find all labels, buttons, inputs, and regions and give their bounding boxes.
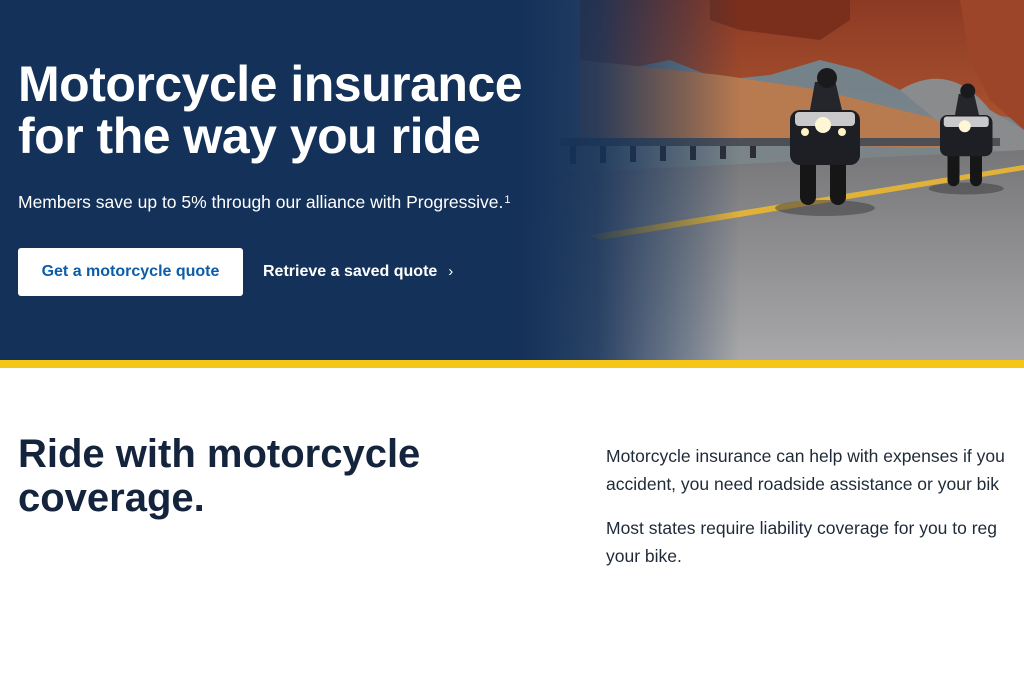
retrieve-saved-quote-link[interactable]: Retrieve a saved quote › [263,262,453,282]
get-motorcycle-quote-button[interactable]: Get a motorcycle quote [18,248,243,296]
coverage-paragraph-1-line1: Motorcycle insurance can help with expen… [606,446,1005,466]
coverage-title-line2: coverage. [18,476,205,520]
hero-title: Motorcycle insurance for the way you rid… [18,58,578,162]
hero-subtitle-text: Members save up to 5% through our allian… [18,192,504,212]
coverage-paragraph-2: Most states require liability coverage f… [606,514,1024,570]
hero-title-line1: Motorcycle insurance [18,56,523,112]
hero-title-line2: for the way you ride [18,108,481,164]
coverage-description: Motorcycle insurance can help with expen… [606,442,1024,586]
hero-photo-fade [520,0,740,360]
coverage-title-line1: Ride with motorcycle [18,432,421,476]
footnote-marker[interactable]: 1 [504,194,510,206]
hero-subtitle: Members save up to 5% through our allian… [18,190,511,214]
coverage-paragraph-2-line1: Most states require liability coverage f… [606,518,998,538]
coverage-paragraph-1: Motorcycle insurance can help with expen… [606,442,1024,498]
chevron-right-icon: › [448,263,454,280]
hero-banner: Motorcycle insurance for the way you rid… [0,0,1024,360]
retrieve-saved-quote-label: Retrieve a saved quote [263,263,438,280]
coverage-paragraph-2-line2: your bike. [606,546,682,566]
accent-stripe [0,360,1024,368]
coverage-paragraph-1-line2: accident, you need roadside assistance o… [606,474,1000,494]
coverage-section-title: Ride with motorcycle coverage. [18,432,488,520]
